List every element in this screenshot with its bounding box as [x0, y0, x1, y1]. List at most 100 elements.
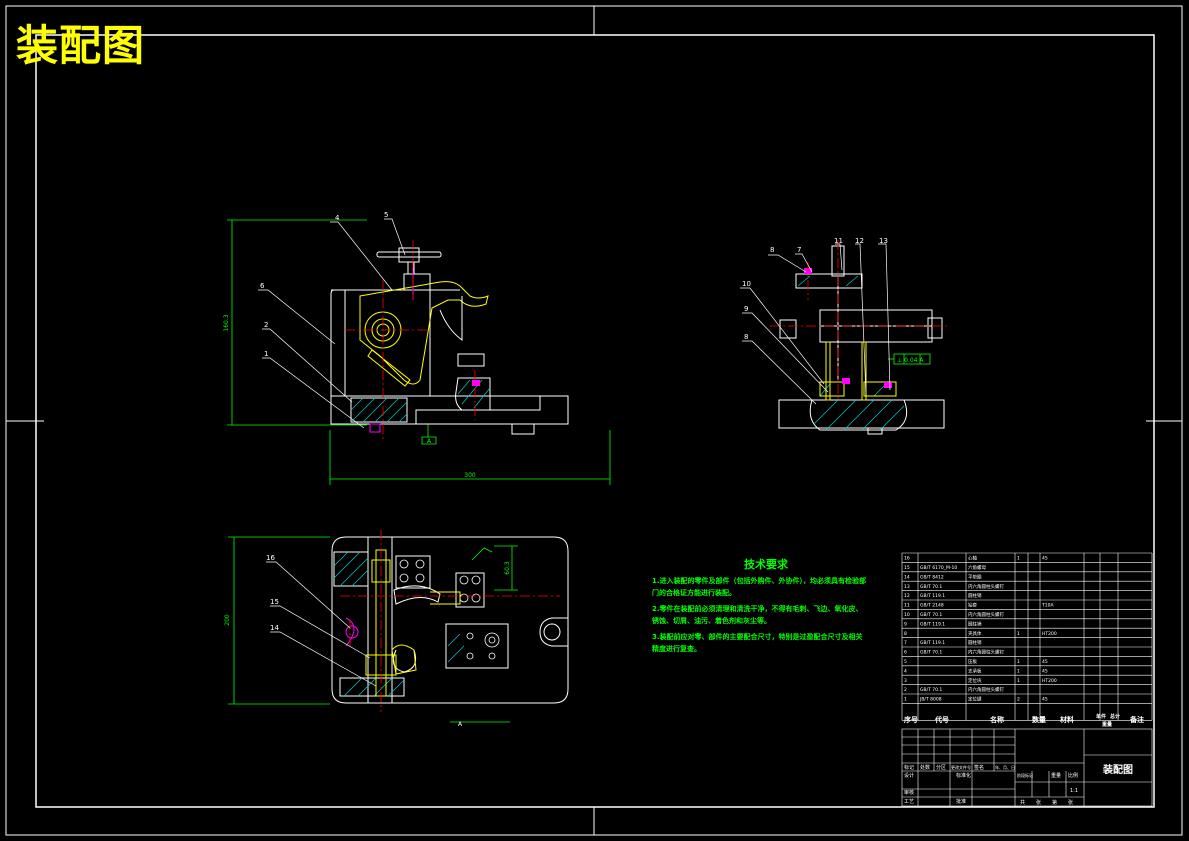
side-centerlines: [770, 240, 950, 400]
bom-cell: 13: [904, 584, 910, 590]
scale-value: 1:1: [1070, 788, 1078, 794]
bom-cell: 圆柱销: [968, 639, 982, 646]
top-offset-dimension: 60.3: [504, 561, 511, 575]
bom-cell: 45: [1042, 668, 1048, 674]
tech-line-1: 1.进入装配的零件及部件（包括外购件、外协件），均必须具有检验部: [652, 577, 867, 585]
page-title: 装配图: [16, 21, 146, 70]
clamp-lever: [359, 262, 489, 387]
label-mark: 标记: [904, 764, 914, 771]
sheet-border-outer: [5, 5, 1183, 836]
bom-cell: 11: [904, 603, 910, 609]
balloon-8-top: 8: [770, 246, 774, 254]
bom-cell: GB/T 2148: [920, 603, 944, 609]
bom-cell: 14: [904, 574, 910, 580]
top-yellow-parts: [365, 549, 461, 697]
bom-cell: 定位块: [968, 677, 982, 684]
sheet-block-text: 标记 处数 分区 更改文件号 签名 年、月、日 设计 标准化 阶段标记 重量 比…: [904, 764, 1078, 806]
side-view: ⊥ 0.04 A 8 7 11 12 13 10 9 8: [740, 237, 950, 435]
front-hatch-block: [350, 397, 408, 423]
bom-text: 1 6 心轴 1 45 15 GB/T 6170_M-10 六角螺母 14 GB/T 8412 平垫…: [904, 555, 1057, 703]
bom-cell: 10: [904, 612, 910, 618]
bom-cell: HT200: [1042, 631, 1057, 637]
bom-cell: 平垫圈: [968, 573, 982, 580]
balloon-2: 2: [264, 321, 268, 329]
label-scale: 比例: [1068, 772, 1078, 779]
bom-cell: 8: [904, 631, 907, 637]
drawing-canvas: 160.3 300 A 4 5 6 2 1 ⊥ 0.04 A 8 7 11 12…: [5, 5, 1183, 836]
bom-cell: 2: [904, 687, 907, 693]
bom-cell: 内六角圆柱头螺钉: [968, 583, 1004, 590]
bom-cell: 六角螺母: [968, 564, 986, 571]
balloon-15: 15: [270, 598, 279, 606]
bom-cell: 2: [1017, 697, 1020, 703]
top-leaders: [266, 561, 377, 687]
label-total-sheets: 共: [1020, 799, 1025, 806]
side-tolerance-label: ⊥ 0.04 A: [897, 357, 924, 364]
header-total: 总计: [1110, 713, 1120, 720]
tech-line-4: 锈蚀、切屑、油污、着色剂和灰尘等。: [652, 617, 771, 625]
balloon-6: 6: [260, 282, 265, 290]
front-view: 160.3 300 A 4 5 6 2 1: [223, 211, 611, 485]
tech-line-6: 精度进行复查。: [652, 645, 701, 653]
bom-cell: 45: [1042, 659, 1048, 665]
front-balloons: 4 5 6 2 1: [260, 211, 388, 358]
title-block: 1 6 心轴 1 45 15 GB/T 6170_M-10 六角螺母 14 GB/T 8412 平垫…: [901, 552, 1153, 807]
balloon-16: 16: [266, 554, 275, 562]
label-standard: 标准化: [956, 772, 971, 779]
bom-cell: 内六角圆柱头螺钉: [968, 686, 1004, 693]
centering-marks: [6, 6, 1182, 835]
bom-cell: 内六角圆柱头螺钉: [968, 611, 1004, 618]
bom-cell: 9: [904, 621, 907, 627]
balloon-12: 12: [855, 237, 864, 245]
side-hatch: [797, 275, 905, 431]
bom-cell: 45: [1042, 697, 1048, 703]
bom-cell: 圆柱销: [968, 592, 982, 599]
bom-cell: 夹具体: [968, 630, 982, 637]
bom-cell: GB/T 119.1: [920, 593, 945, 599]
bom-cell: 6: [904, 650, 907, 656]
bom-cell: GB/T 6170_M-10: [920, 565, 957, 571]
balloon-13: 13: [879, 237, 888, 245]
bom-cell: GB/T 8412: [920, 574, 944, 580]
header-remark: 备注: [1129, 715, 1144, 724]
bom-cell: T10A: [1041, 603, 1054, 609]
balloon-7: 7: [797, 246, 801, 254]
balloon-9: 9: [744, 305, 748, 313]
header-qty: 数量: [1032, 715, 1046, 724]
balloon-11: 11: [834, 237, 843, 245]
label-weight: 重量: [1051, 772, 1061, 779]
bom-cell: GB/T 119.1: [920, 640, 945, 646]
tech-line-5: 3.装配前应对零、部件的主要配合尺寸，特别是过盈配合尺寸及相关: [652, 633, 863, 641]
label-sheet-no: 第: [1052, 799, 1057, 806]
bom-cell: 定位键: [968, 696, 982, 703]
technical-requirements-title: 技术要求: [744, 558, 788, 571]
side-yellow-parts: [819, 341, 897, 401]
top-hatch-blocks: [333, 551, 465, 697]
top-highlights: [345, 617, 359, 647]
label-change-doc: 更改文件号: [951, 764, 971, 770]
bom-cell: 1: [1017, 668, 1020, 674]
label-stage: 阶段标记: [1017, 772, 1033, 778]
bom-cell: 钻套: [968, 602, 977, 609]
header-code: 代号: [934, 715, 949, 724]
top-balloons: 16 15 14: [266, 554, 279, 632]
side-highlights: [804, 268, 892, 388]
bom-cell: 心轴: [968, 555, 977, 562]
label-approve: 批准: [956, 798, 966, 805]
bom-cell: 支承板: [968, 667, 982, 674]
bom-cell: 压板: [968, 658, 977, 665]
bom-cell: 15: [904, 565, 910, 571]
label-review: 审核: [904, 789, 914, 796]
bom-cell: 1: [1017, 556, 1020, 562]
front-width-dimension: 300: [464, 472, 476, 479]
bom-cell: GB/T 70.1: [920, 650, 942, 656]
header-material: 材料: [1059, 715, 1074, 724]
header-weight: 重量: [1102, 721, 1112, 728]
drawing-name: 装配图: [1102, 763, 1133, 776]
bom-cell: 1: [904, 697, 907, 703]
front-height-dimension: 160.3: [223, 314, 230, 331]
bom-cell: GB/T 70.1: [920, 612, 942, 618]
bom-cell: GB/T 70.1: [920, 584, 942, 590]
label-process: 工艺: [904, 799, 914, 805]
bom-cell: GB/T 119.1: [920, 621, 945, 627]
